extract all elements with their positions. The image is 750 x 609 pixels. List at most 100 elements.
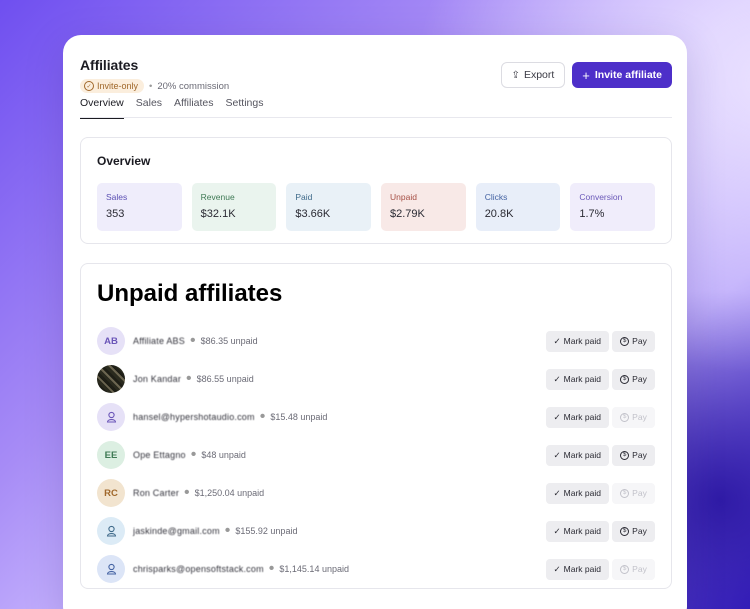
pay-label: Pay xyxy=(632,488,647,498)
pay-label: Pay xyxy=(632,336,647,346)
affiliate-name: Ron Carter xyxy=(133,488,180,498)
stat-value: $3.66K xyxy=(295,208,331,220)
unpaid-amount: $86.55 unpaid xyxy=(196,374,254,384)
export-label: Export xyxy=(523,69,555,81)
stat-card-clicks: Clicks 20.8K xyxy=(475,183,561,231)
mark-paid-label: Mark paid xyxy=(563,526,601,536)
stat-card-conversion: Conversion 1.7% xyxy=(570,183,656,231)
stat-label: Revenue xyxy=(200,192,235,202)
separator-dot: • xyxy=(268,560,275,577)
invite-affiliate-button[interactable]: + Invite affiliate xyxy=(572,62,672,88)
stat-value: 353 xyxy=(106,208,125,220)
mark-paid-button[interactable]: ✓ Mark paid xyxy=(545,482,609,504)
pay-button[interactable]: $ Pay xyxy=(612,558,655,580)
affiliates-card: Affiliates ✓ Invite-only • 20% commissio… xyxy=(63,35,687,609)
dollar-icon: $ xyxy=(620,564,630,574)
stat-card-unpaid: Unpaid $2.79K xyxy=(381,183,466,231)
dollar-icon: $ xyxy=(620,526,630,536)
badge-label: Invite-only xyxy=(97,81,139,91)
mark-paid-label: Mark paid xyxy=(563,412,601,422)
separator-dot: • xyxy=(189,332,196,349)
check-icon: ✓ xyxy=(553,563,561,574)
pay-button[interactable]: $ Pay xyxy=(612,444,655,466)
list-item: hansel@hypershotaudio.com • $15.48 unpaid ✓… xyxy=(97,398,655,436)
tab-affiliates[interactable]: Affiliates xyxy=(174,97,214,118)
avatar: EE xyxy=(97,441,125,469)
pay-label: Pay xyxy=(632,450,647,460)
unpaid-heading: Unpaid affiliates xyxy=(97,280,283,307)
avatar-photo xyxy=(97,365,125,393)
tab-settings[interactable]: Settings xyxy=(226,97,264,118)
export-icon: ⇪ xyxy=(511,69,520,81)
stat-value: 1.7% xyxy=(579,208,605,220)
unpaid-list: AB Affiliate ABS • $86.35 unpaid ✓ Mark paid $… xyxy=(97,322,655,588)
header-actions: ⇪ Export + Invite affiliate xyxy=(500,62,672,88)
affiliate-name: hansel@hypershotaudio.com xyxy=(133,412,255,422)
mark-paid-label: Mark paid xyxy=(563,450,601,460)
check-icon: ✓ xyxy=(553,449,561,460)
pay-label: Pay xyxy=(632,374,647,384)
list-item: jaskinde@gmail.com • $155.92 unpaid ✓ Mark p… xyxy=(97,512,655,550)
mark-paid-button[interactable]: ✓ Mark paid xyxy=(545,558,609,580)
pay-label: Pay xyxy=(632,526,647,536)
unpaid-amount: $155.92 unpaid xyxy=(235,526,298,536)
separator-dot: • xyxy=(224,522,231,539)
invite-label: Invite affiliate xyxy=(594,69,662,81)
pay-button[interactable]: $ Pay xyxy=(612,520,655,542)
page-title: Affiliates xyxy=(80,57,139,73)
pay-button[interactable]: $ Pay xyxy=(612,482,655,504)
stat-label: Paid xyxy=(295,192,313,202)
affiliate-name: Affiliate ABS xyxy=(133,336,185,346)
mark-paid-button[interactable]: ✓ Mark paid xyxy=(545,520,609,542)
stat-label: Clicks xyxy=(484,192,508,202)
separator-dot: • xyxy=(259,408,266,425)
plus-icon: + xyxy=(582,67,590,83)
mark-paid-button[interactable]: ✓ Mark paid xyxy=(545,444,609,466)
stat-card-revenue: Revenue $32.1K xyxy=(191,183,277,231)
export-button[interactable]: ⇪ Export xyxy=(500,62,566,88)
pay-label: Pay xyxy=(632,412,647,422)
dollar-icon: $ xyxy=(620,336,630,346)
mark-paid-label: Mark paid xyxy=(563,336,601,346)
stat-card-sales: Sales 353 xyxy=(97,183,182,231)
affiliate-name: Jon Kandar xyxy=(133,374,182,384)
separator-dot: • xyxy=(190,446,197,463)
stat-value: $2.79K xyxy=(390,208,425,220)
dollar-icon: $ xyxy=(620,488,630,498)
tab-overview[interactable]: Overview xyxy=(80,97,124,119)
mark-paid-label: Mark paid xyxy=(563,564,601,574)
mark-paid-label: Mark paid xyxy=(563,488,601,498)
unpaid-amount: $48 unpaid xyxy=(201,450,246,460)
check-icon: ✓ xyxy=(553,525,561,536)
stat-card-paid: Paid $3.66K xyxy=(286,183,372,231)
affiliate-name: Ope Ettagno xyxy=(133,450,186,460)
separator-dot: • xyxy=(149,80,153,92)
separator-dot: • xyxy=(186,370,192,387)
pay-label: Pay xyxy=(632,564,647,574)
mark-paid-button[interactable]: ✓ Mark paid xyxy=(545,330,609,352)
unpaid-amount: $1,145.14 unpaid xyxy=(279,564,349,574)
user-icon xyxy=(97,555,125,583)
pay-button[interactable]: $ Pay xyxy=(612,368,655,390)
list-item: AB Affiliate ABS • $86.35 unpaid ✓ Mark paid $… xyxy=(97,322,655,360)
list-item: chrisparks@opensoftstack.com • $1,145.14 u… xyxy=(97,550,655,588)
page-header: Affiliates ✓ Invite-only • 20% commissio… xyxy=(80,57,672,93)
mark-paid-button[interactable]: ✓ Mark paid xyxy=(545,368,609,390)
page-meta: ✓ Invite-only • 20% commission xyxy=(80,79,229,93)
stats-row: Sales 353 Revenue $32.1K Paid $3.66K Unpaid $2.… xyxy=(97,183,656,231)
check-circle-icon: ✓ xyxy=(84,81,94,91)
stat-value: 20.8K xyxy=(484,208,514,220)
tab-sales[interactable]: Sales xyxy=(136,97,162,118)
check-icon: ✓ xyxy=(553,487,561,498)
dollar-icon: $ xyxy=(620,412,630,422)
overview-panel: Overview Sales 353 Revenue $32.1K Paid $3.66K… xyxy=(80,137,672,244)
check-icon: ✓ xyxy=(553,335,561,346)
check-icon: ✓ xyxy=(553,373,561,384)
pay-button[interactable]: $ Pay xyxy=(612,330,655,352)
overview-heading: Overview xyxy=(97,154,151,168)
unpaid-affiliates-panel: Unpaid affiliates AB Affiliate ABS • $86.35… xyxy=(80,263,672,589)
mark-paid-button[interactable]: ✓ Mark paid xyxy=(545,406,609,428)
affiliate-name: jaskinde@gmail.com xyxy=(133,526,220,536)
check-icon: ✓ xyxy=(553,411,561,422)
pay-button[interactable]: $ Pay xyxy=(612,406,655,428)
